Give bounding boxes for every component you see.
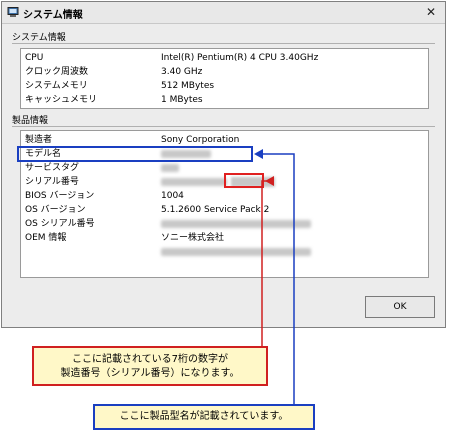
serial-callout-line-2: 製造番号（シリアル番号）になります。 <box>60 368 240 379</box>
model-arrowhead <box>254 149 263 159</box>
serial-connector-line <box>261 180 273 347</box>
serial-number-callout: ここに記載されている7桁の数字が 製造番号（シリアル番号）になります。 <box>32 346 268 386</box>
serial-callout-line-1: ここに記載されている7桁の数字が <box>71 354 229 365</box>
model-name-callout: ここに製品型名が記載されています。 <box>93 404 315 430</box>
model-callout-text: ここに製品型名が記載されています。 <box>119 411 289 422</box>
serial-arrowhead <box>265 176 274 186</box>
